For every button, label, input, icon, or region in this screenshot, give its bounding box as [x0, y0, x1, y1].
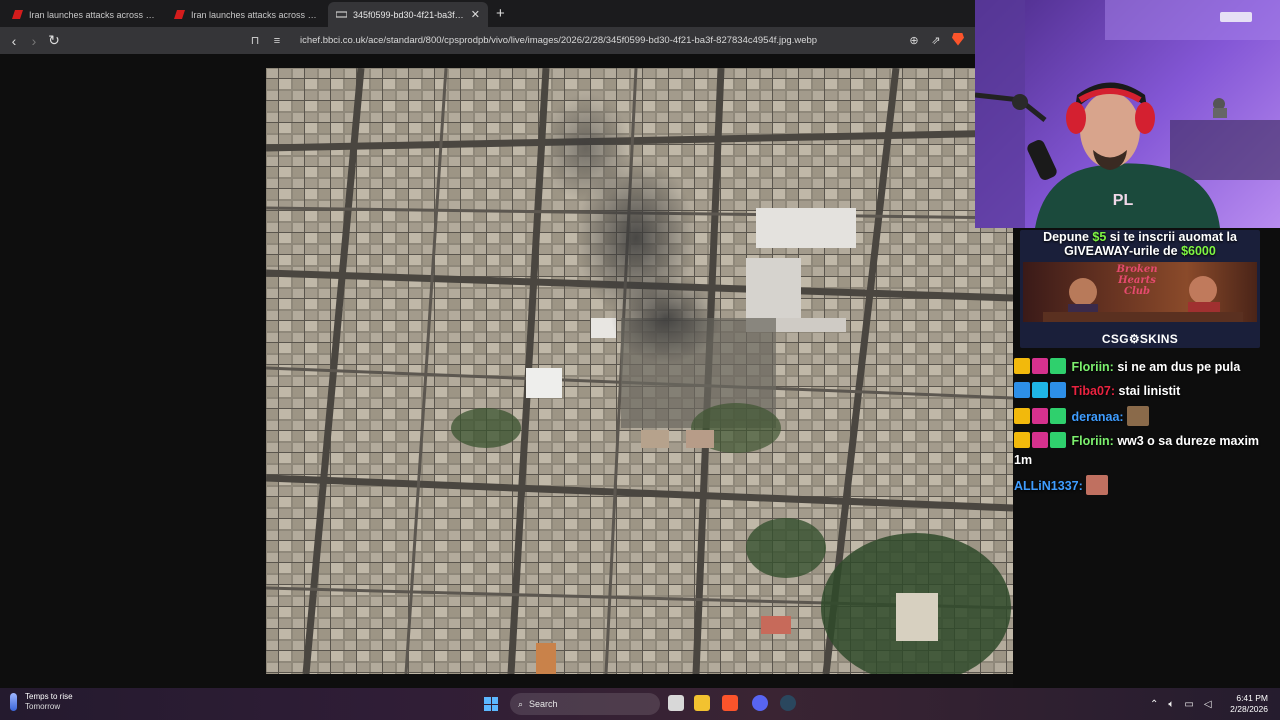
weather-title: Temps to rise — [25, 692, 73, 701]
sub-badge-icon — [1032, 382, 1048, 398]
chat-message: Floriin: si ne am dus pe pula — [1014, 358, 1276, 377]
satellite-image-graphic — [266, 68, 1013, 674]
page-content — [0, 54, 1013, 688]
chat-username: ALLiN1337: — [1014, 479, 1083, 493]
emote-icon — [1086, 475, 1109, 495]
bookmark-icon[interactable]: ⊓ — [244, 34, 266, 47]
search-icon: ⌕ — [518, 698, 524, 709]
forward-icon[interactable]: › — [24, 33, 44, 49]
taskbar-clock[interactable]: 6:41 PM 2/28/2026 — [1230, 693, 1268, 715]
chat-text: si ne am dus pe pula — [1113, 360, 1241, 374]
svg-text:PL: PL — [1113, 192, 1134, 209]
volume-icon[interactable]: ◁ — [1204, 699, 1212, 710]
webcam-graphic: PL — [975, 0, 1280, 228]
invader-badge-icon — [1050, 382, 1066, 398]
discord-icon[interactable] — [752, 695, 768, 711]
browser-tab-2[interactable]: Iran launches attacks across Middle East — [166, 2, 328, 27]
weather-widget[interactable]: Temps to rise Tomorrow — [10, 692, 73, 712]
bbc-red-icon — [12, 10, 23, 19]
chat-username: Floriin: — [1071, 434, 1114, 448]
brave-browser-icon[interactable] — [722, 695, 738, 711]
chat-message: Tiba07: stai linistit — [1014, 382, 1276, 401]
speaker-icon[interactable]: 🔈︎ — [1168, 699, 1174, 710]
crown-badge-icon — [1014, 432, 1030, 448]
gift-badge-icon — [1050, 408, 1066, 424]
thermometer-icon — [10, 693, 17, 711]
reload-icon[interactable]: ↻ — [44, 32, 64, 49]
address-text[interactable]: ichef.bbci.co.uk/ace/standard/800/cpspro… — [300, 35, 817, 46]
webcam-feed: PL — [975, 0, 1280, 228]
gift-badge-icon — [1050, 358, 1066, 374]
search-label: Search — [529, 699, 558, 709]
chat-text: stai linistit — [1115, 384, 1181, 398]
browser-tab-1[interactable]: Iran launches attacks across Middle East — [4, 2, 166, 27]
steam-icon[interactable] — [780, 695, 796, 711]
chat-username: Tiba07: — [1071, 384, 1116, 398]
hammer-badge-icon — [1014, 382, 1030, 398]
chevron-up-icon[interactable]: ⌃ — [1150, 699, 1158, 710]
crown-badge-icon — [1014, 358, 1030, 374]
chat-message: Floriin: ww3 o sa dureze maxim 1m — [1014, 432, 1276, 470]
invader-badge-icon — [1032, 432, 1048, 448]
task-view-icon[interactable] — [668, 695, 684, 711]
site-info-icon[interactable]: ≡ — [266, 35, 288, 47]
crown-badge-icon — [1014, 408, 1030, 424]
bbc-red-icon — [174, 10, 185, 19]
tab-title: Iran launches attacks across Middle East — [191, 9, 320, 20]
file-explorer-icon[interactable] — [694, 695, 710, 711]
giveaway-ad: Depune $5 si te inscrii auomat la GIVEAW… — [1020, 230, 1260, 348]
chat-message: deranaa: — [1014, 406, 1276, 427]
satellite-image — [266, 68, 1013, 674]
system-tray: ⌃ 🔈︎ ▭ ◁ — [1150, 688, 1212, 720]
weather-subtitle: Tomorrow — [25, 702, 61, 711]
emote-icon — [1127, 406, 1150, 426]
windows-start-icon[interactable] — [484, 697, 498, 711]
invader-badge-icon — [1032, 408, 1048, 424]
zoom-icon[interactable]: ⊕ — [903, 34, 925, 47]
chat-message: ALLiN1337: — [1014, 475, 1276, 496]
share-icon[interactable]: ⇗ — [925, 34, 947, 47]
network-icon[interactable]: ▭ — [1184, 699, 1193, 710]
close-tab-icon[interactable]: ✕ — [471, 8, 480, 21]
browser-toolbar: ‹ › ↻ ⊓ ≡ ichef.bbci.co.uk/ace/standard/… — [0, 27, 975, 54]
back-icon[interactable]: ‹ — [4, 33, 24, 49]
clock-date: 2/28/2026 — [1230, 704, 1268, 714]
chat-username: Floriin: — [1071, 360, 1114, 374]
gift-badge-icon — [1050, 432, 1066, 448]
tab-title: Iran launches attacks across Middle East — [29, 9, 158, 20]
ad-banner-title: Broken Hearts Club — [1116, 264, 1158, 297]
image-icon — [336, 11, 347, 18]
chat-username: deranaa: — [1071, 410, 1124, 424]
clock-time: 6:41 PM — [1236, 693, 1268, 703]
new-tab-button[interactable]: + — [496, 5, 505, 22]
windows-taskbar: Temps to rise Tomorrow ⌕ Search ⌃ 🔈︎ ▭ ◁… — [0, 688, 1280, 720]
invader-badge-icon — [1032, 358, 1048, 374]
browser-tab-strip: Iran launches attacks across Middle East… — [0, 0, 975, 27]
stream-chat: Floriin: si ne am dus pe pula Tiba07: st… — [1014, 358, 1276, 501]
taskbar-search[interactable]: ⌕ Search — [510, 693, 660, 715]
browser-tab-3-active[interactable]: 345f0599-bd30-4f21-ba3f-827834c4954f.jpg… — [328, 2, 488, 27]
brave-shields-icon[interactable] — [947, 32, 969, 49]
tab-title: 345f0599-bd30-4f21-ba3f-827834c4954f.jpg… — [353, 9, 465, 20]
ad-line-1: Depune $5 si te inscrii auomat la — [1043, 230, 1237, 244]
address-bar[interactable]: ⊓ ≡ ichef.bbci.co.uk/ace/standard/800/cp… — [244, 30, 969, 51]
ad-brand: CSG⚙SKINS — [1101, 332, 1179, 346]
ad-line-2: GIVEAWAY-urile de $6000 — [1064, 244, 1216, 258]
